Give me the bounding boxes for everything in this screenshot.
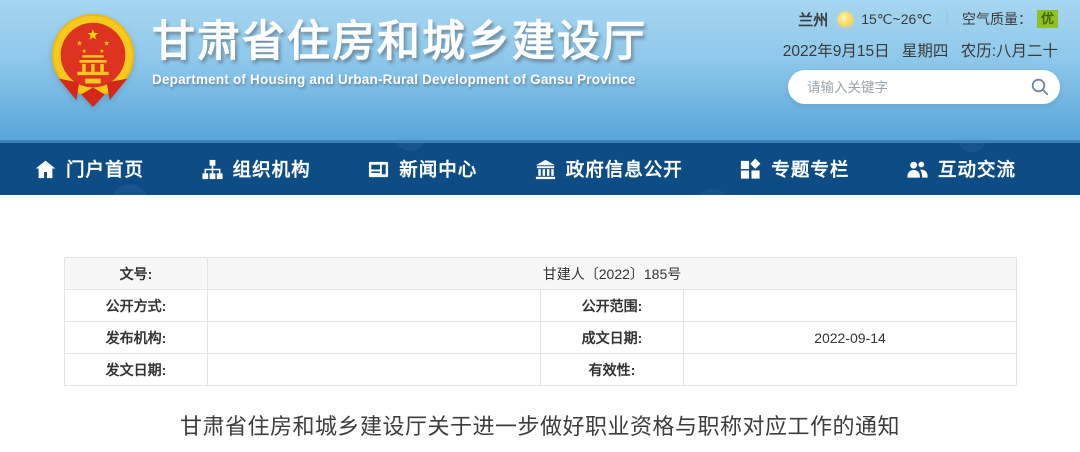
nav-item-gov-info[interactable]: 政府信息公开 [534, 156, 683, 182]
open-scope-value [684, 290, 1017, 322]
weather-divider: ｜ [940, 9, 954, 29]
org-chart-icon [201, 158, 224, 181]
home-icon [34, 158, 57, 181]
doc-number-value: 甘建人〔2022〕185号 [208, 258, 1017, 290]
validity-label: 有效性: [541, 354, 684, 386]
site-title: 甘肃省住房和城乡建设厅 [152, 16, 647, 70]
svg-text:★: ★ [76, 39, 82, 47]
people-icon [906, 158, 929, 181]
svg-text:★: ★ [104, 39, 110, 47]
air-quality-badge: 优 [1037, 10, 1058, 28]
article-title: 甘肃省住房和城乡建设厅关于进一步做好职业资格与职称对应工作的通知 [64, 410, 1016, 444]
written-date-value: 2022-09-14 [684, 322, 1017, 354]
site-header: ★ ★ ★ ★ ★ 甘肃省住房和城乡建设厅 Department of Hous… [0, 0, 1080, 140]
svg-text:★: ★ [99, 48, 104, 55]
issue-date-value [208, 354, 541, 386]
nav-item-label: 新闻中心 [399, 156, 477, 182]
search-box [788, 70, 1060, 104]
svg-text:★: ★ [86, 27, 99, 43]
search-icon [1030, 77, 1050, 97]
nav-item-label: 组织机构 [233, 156, 311, 182]
publisher-label: 发布机构: [65, 322, 208, 354]
nav-item-news[interactable]: 新闻中心 [367, 156, 477, 182]
weather-city: 兰州 [798, 9, 828, 30]
issue-date-label: 发文日期: [65, 354, 208, 386]
weather-bar: 兰州 15℃~26℃ ｜ 空气质量： 优 [783, 7, 1058, 31]
article-page: 文号: 甘建人〔2022〕185号 公开方式: 公开范围: 发布机构: 成文日期… [0, 257, 1080, 444]
doc-number-label: 文号: [65, 258, 208, 290]
nav-item-label: 互动交流 [938, 156, 1016, 182]
site-logo-link[interactable]: ★ ★ ★ ★ ★ 甘肃省住房和城乡建设厅 Department of Hous… [48, 8, 647, 110]
gov-building-icon [534, 158, 557, 181]
site-subtitle: Department of Housing and Urban-Rural De… [152, 72, 647, 87]
nav-item-special-topics[interactable]: 专题专栏 [739, 156, 849, 182]
validity-value [684, 354, 1017, 386]
table-row: 文号: 甘建人〔2022〕185号 [65, 258, 1017, 290]
open-method-value [208, 290, 541, 322]
grid-icon [739, 158, 762, 181]
nav-item-interaction[interactable]: 互动交流 [906, 156, 1016, 182]
table-row: 发布机构: 成文日期: 2022-09-14 [65, 322, 1017, 354]
svg-text:★: ★ [82, 48, 87, 55]
date-line: 2022年9月15日 星期四 农历:八月二十 [783, 39, 1058, 61]
sun-icon [838, 12, 853, 27]
table-row: 发文日期: 有效性: [65, 354, 1017, 386]
search-button[interactable] [1026, 70, 1060, 104]
nav-item-label: 门户首页 [66, 156, 144, 182]
main-nav: 门户首页 组织机构 新闻中心 政府信息公开 [0, 140, 1080, 195]
doc-meta-table: 文号: 甘建人〔2022〕185号 公开方式: 公开范围: 发布机构: 成文日期… [64, 257, 1017, 386]
news-icon [367, 158, 390, 181]
written-date-label: 成文日期: [541, 322, 684, 354]
nav-item-home[interactable]: 门户首页 [34, 156, 144, 182]
search-input[interactable] [807, 80, 1026, 95]
table-row: 公开方式: 公开范围: [65, 290, 1017, 322]
nav-item-label: 专题专栏 [771, 156, 849, 182]
nav-item-label: 政府信息公开 [566, 156, 683, 182]
open-method-label: 公开方式: [65, 290, 208, 322]
air-quality-label: 空气质量： [962, 9, 1032, 29]
weather-temperature: 15℃~26℃ [861, 11, 932, 28]
open-scope-label: 公开范围: [541, 290, 684, 322]
national-emblem-icon: ★ ★ ★ ★ ★ [48, 12, 138, 110]
publisher-value [208, 322, 541, 354]
nav-item-organization[interactable]: 组织机构 [201, 156, 311, 182]
